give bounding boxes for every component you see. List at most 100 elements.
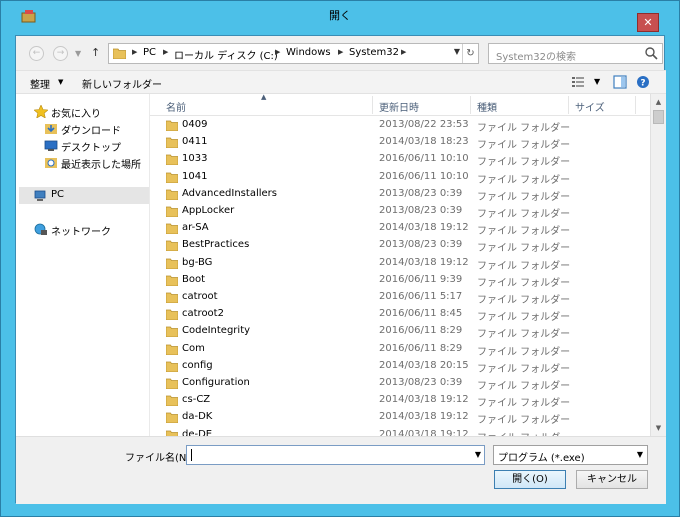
text-caret: [191, 449, 192, 461]
file-row[interactable]: ar-SA 2014/03/18 19:12 ファイル フォルダー: [150, 220, 650, 237]
view-details-icon[interactable]: [571, 75, 585, 89]
file-type: ファイル フォルダー: [477, 429, 570, 436]
filetype-dropdown-icon[interactable]: ▼: [637, 450, 643, 459]
column-divider[interactable]: [470, 96, 471, 114]
folder-icon: [166, 155, 178, 166]
file-row[interactable]: 0411 2014/03/18 18:23 ファイル フォルダー: [150, 134, 650, 151]
filetype-select[interactable]: プログラム (*.exe) ▼: [493, 445, 648, 465]
file-name: de-DE: [182, 428, 213, 436]
column-header-size[interactable]: サイズ: [575, 99, 605, 114]
file-name: 1033: [182, 153, 208, 165]
file-name: config: [182, 359, 213, 371]
folder-icon: [166, 258, 178, 269]
dialog-client: ← → ▼ ↑ ▶ PC ▶ ローカル ディスク (C:) ▶ Windows …: [15, 35, 666, 504]
column-header-date[interactable]: 更新日時: [379, 99, 419, 114]
navigation-row: ← → ▼ ↑ ▶ PC ▶ ローカル ディスク (C:) ▶ Windows …: [16, 36, 666, 70]
file-name: catroot2: [182, 308, 224, 320]
column-divider[interactable]: [568, 96, 569, 114]
file-date: 2016/06/11 10:10: [379, 153, 469, 165]
file-name: 1041: [182, 170, 208, 182]
search-input[interactable]: System32の検索: [488, 43, 663, 64]
folder-icon: [166, 309, 178, 321]
search-icon[interactable]: [644, 46, 658, 60]
address-bar[interactable]: ▶ PC ▶ ローカル ディスク (C:) ▶ Windows ▶ System…: [108, 43, 479, 64]
folder-icon: [166, 223, 178, 235]
scroll-down-icon[interactable]: ▼: [651, 420, 666, 436]
file-row[interactable]: catroot2 2016/06/11 8:45 ファイル フォルダー: [150, 306, 650, 323]
column-header-name[interactable]: 名前: [166, 99, 186, 114]
pc-icon: [34, 190, 46, 201]
file-name: CodeIntegrity: [182, 325, 251, 337]
address-dropdown-icon[interactable]: ▼: [454, 47, 460, 56]
refresh-icon[interactable]: ↻: [462, 44, 478, 63]
content-area: お気に入り ダウンロード デスクトップ 最近表示した場所 PC ネットワーク ▲…: [16, 94, 666, 436]
scroll-thumb[interactable]: [653, 110, 664, 124]
file-row[interactable]: catroot 2016/06/11 5:17 ファイル フォルダー: [150, 289, 650, 306]
filename-input[interactable]: ▼: [186, 445, 485, 465]
folder-icon: [166, 378, 178, 389]
file-type: ファイル フォルダー: [477, 415, 571, 427]
filetype-value: プログラム (*.exe): [498, 453, 585, 464]
organize-button[interactable]: 整理: [30, 76, 50, 91]
file-type: ファイル フォルダー: [477, 226, 571, 238]
forward-button[interactable]: →: [53, 46, 68, 61]
close-button[interactable]: ✕: [637, 13, 659, 32]
file-row[interactable]: da-DK 2014/03/18 19:12 ファイル フォルダー: [150, 409, 650, 426]
filename-label: ファイル名(N):: [125, 453, 194, 464]
new-folder-button[interactable]: 新しいフォルダー: [82, 76, 162, 91]
folder-icon: [166, 120, 178, 131]
file-row[interactable]: Boot 2016/06/11 9:39 ファイル フォルダー: [150, 272, 650, 289]
organize-caret-icon[interactable]: ▼: [58, 78, 63, 86]
star-icon: [34, 105, 48, 118]
preview-pane-icon[interactable]: [613, 75, 627, 89]
file-row[interactable]: AdvancedInstallers 2013/08/23 0:39 ファイル フォ…: [150, 186, 650, 203]
file-row[interactable]: cs-CZ 2014/03/18 19:12 ファイル フォルダー: [150, 392, 650, 409]
file-row[interactable]: CodeIntegrity 2016/06/11 8:29 ファイル フォルダー: [150, 323, 650, 340]
vertical-scrollbar[interactable]: ▲ ▼: [650, 94, 666, 436]
file-row[interactable]: 1041 2016/06/11 10:10 ファイル フォルダー: [150, 169, 650, 186]
column-header-type[interactable]: 種類: [477, 99, 497, 114]
cancel-button[interactable]: キャンセル: [576, 470, 648, 489]
file-date: 2016/06/11 5:17: [379, 291, 463, 302]
column-divider[interactable]: [635, 96, 636, 114]
file-row[interactable]: Configuration 2013/08/23 0:39 ファイル フォルダー: [150, 375, 650, 392]
file-row[interactable]: de-DE 2014/03/18 19:12 ファイル フォルダー: [150, 427, 650, 436]
breadcrumb-local-disk[interactable]: ローカル ディスク (C:): [174, 47, 278, 62]
scroll-up-icon[interactable]: ▲: [651, 94, 666, 110]
up-button[interactable]: ↑: [91, 46, 100, 59]
view-options-icon[interactable]: ▼: [594, 77, 600, 86]
file-name: BestPractices: [182, 239, 250, 251]
file-name: cs-CZ: [182, 394, 211, 406]
breadcrumb-separator-icon: ▶: [275, 48, 281, 56]
file-row[interactable]: BestPractices 2013/08/23 0:39 ファイル フォルダー: [150, 237, 650, 254]
file-row[interactable]: 0409 2013/08/22 23:53 ファイル フォルダー: [150, 117, 650, 134]
breadcrumb-system32[interactable]: System32: [349, 47, 399, 58]
file-row[interactable]: bg-BG 2014/03/18 19:12 ファイル フォルダー: [150, 255, 650, 272]
breadcrumb-pc[interactable]: PC: [143, 47, 156, 58]
bottom-panel: ファイル名(N): ▼ プログラム (*.exe) ▼ 開く(O) キャンセル: [16, 436, 666, 504]
file-row[interactable]: 1033 2016/06/11 10:10 ファイル フォルダー: [150, 151, 650, 168]
breadcrumb-separator-icon: ▶: [401, 48, 407, 56]
desktop-icon: [44, 140, 58, 151]
file-type: ファイル フォルダー: [477, 260, 571, 272]
folder-icon: [166, 275, 178, 286]
column-divider[interactable]: [372, 96, 373, 114]
back-button[interactable]: ←: [29, 46, 44, 61]
sidebar-item-label: ネットワーク: [51, 227, 111, 238]
file-date: 2016/06/11 8:45: [379, 308, 463, 320]
recent-locations-icon[interactable]: ▼: [75, 49, 81, 58]
title-bar[interactable]: 開く ✕: [1, 1, 679, 32]
help-icon[interactable]: ?: [636, 75, 650, 89]
file-date: 2013/08/22 23:53: [379, 119, 469, 130]
folder-icon: [166, 189, 178, 200]
folder-icon: [166, 172, 178, 183]
file-row[interactable]: AppLocker 2013/08/23 0:39 ファイル フォルダー: [150, 203, 650, 220]
file-row[interactable]: config 2014/03/18 20:15 ファイル フォルダー: [150, 358, 650, 375]
file-date: 2016/06/11 8:29: [379, 342, 463, 354]
open-button[interactable]: 開く(O): [494, 470, 566, 489]
window-title: 開く: [329, 9, 351, 22]
filename-dropdown-icon[interactable]: ▼: [475, 450, 481, 459]
breadcrumb-windows[interactable]: Windows: [286, 47, 331, 58]
sidebar-item-label: デスクトップ: [61, 143, 121, 154]
file-row[interactable]: Com 2016/06/11 8:29 ファイル フォルダー: [150, 341, 650, 358]
